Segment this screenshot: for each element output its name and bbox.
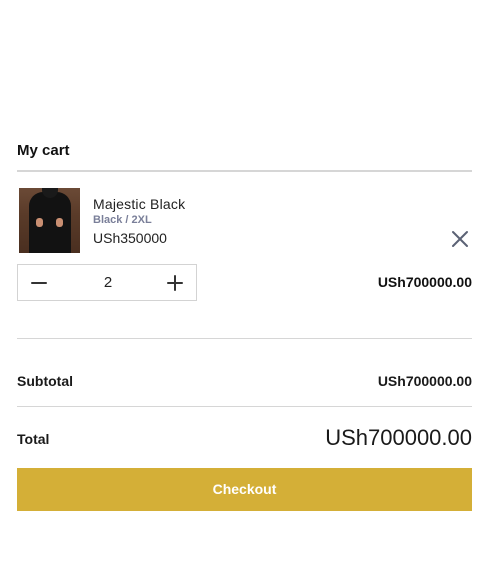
cart-panel: My cart Majestic Black Black / 2XL USh35… (17, 134, 472, 511)
plus-icon (167, 275, 183, 291)
subtotal-label: Subtotal (17, 373, 73, 389)
item-name[interactable]: Majestic Black (93, 195, 185, 213)
minus-icon (31, 282, 47, 284)
total-row: Total USh700000.00 (17, 407, 472, 468)
item-variant: Black / 2XL (93, 214, 152, 226)
close-icon (452, 231, 468, 247)
page: My cart Majestic Black Black / 2XL USh35… (0, 0, 494, 563)
cart-title: My cart (17, 142, 70, 159)
product-thumbnail[interactable] (19, 188, 80, 253)
quantity-input[interactable] (78, 273, 138, 293)
quantity-stepper (17, 264, 197, 301)
cart-item: Majestic Black Black / 2XL USh350000 (17, 172, 472, 264)
decrease-quantity-button[interactable] (29, 273, 49, 293)
quantity-row: USh700000.00 (17, 264, 472, 338)
item-unit-price: USh350000 (93, 230, 167, 246)
total-label: Total (17, 431, 50, 447)
subtotal-value: USh700000.00 (377, 373, 472, 389)
subtotal-row: Subtotal USh700000.00 (17, 339, 472, 406)
item-line-total: USh700000.00 (377, 274, 472, 290)
increase-quantity-button[interactable] (165, 273, 185, 293)
remove-item-button[interactable] (450, 229, 470, 249)
total-value: USh700000.00 (325, 425, 472, 450)
checkout-button[interactable]: Checkout (17, 468, 472, 511)
